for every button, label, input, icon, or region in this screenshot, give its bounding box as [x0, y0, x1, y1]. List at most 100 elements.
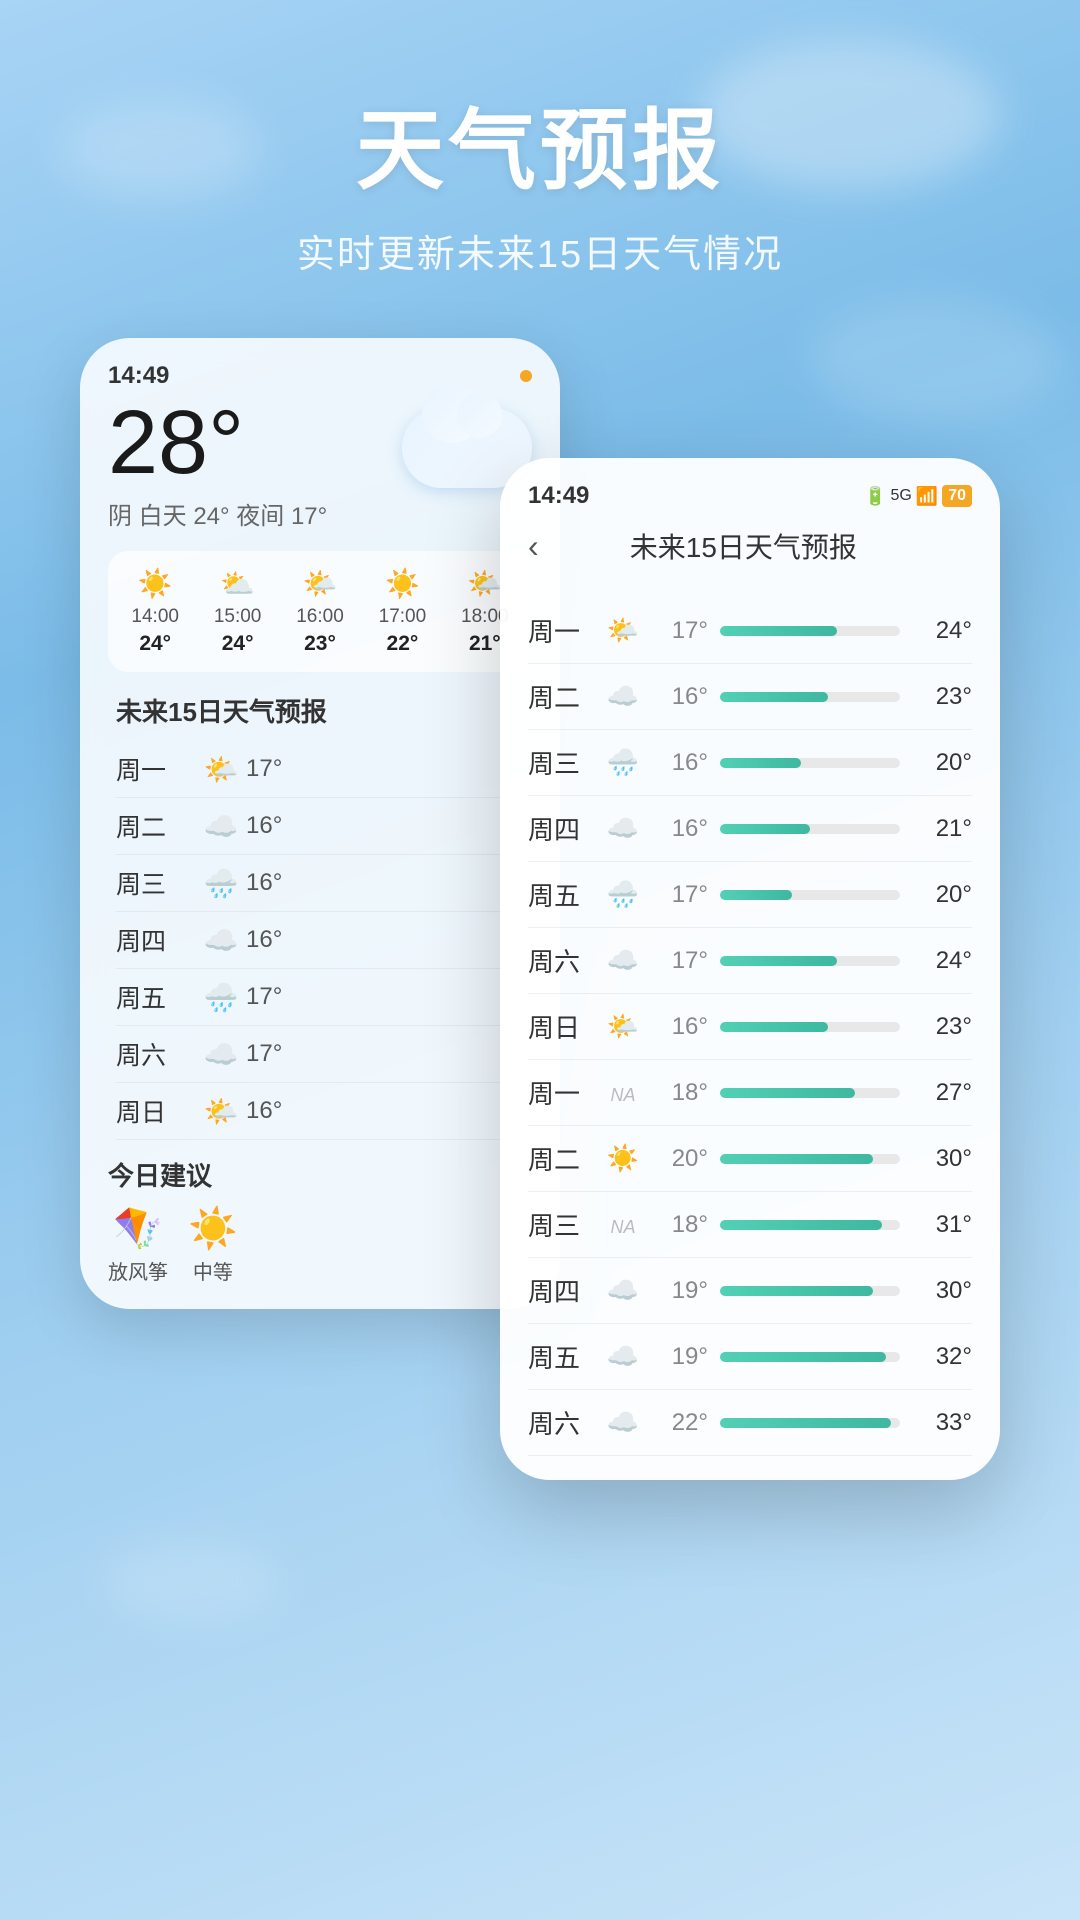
forecast-day-3: 周四 [116, 922, 196, 958]
battery-level: 70 [942, 485, 972, 507]
temp-bar-fill-9 [720, 1220, 882, 1230]
daily-row-2: 周三 🌧️ 16° 20° [528, 730, 972, 796]
hourly-temp-3: 22° [363, 632, 441, 656]
daily-day-6: 周日 [528, 1008, 598, 1045]
phones-container: 14:49 28° 阴 白天 24° 夜间 17° ☀️ 14:00 24° ⛅… [0, 338, 1080, 1480]
daily-icon-2: 🌧️ [598, 747, 648, 778]
hourly-item: ⛅ 15:00 24° [198, 567, 276, 656]
daily-high-12: 33° [912, 1409, 972, 1437]
daily-day-7: 周一 [528, 1074, 598, 1111]
temp-bar-4 [720, 890, 900, 900]
forecast-temp-1: 16° [246, 812, 316, 840]
daily-high-10: 30° [912, 1277, 972, 1305]
daily-row-11: 周五 ☁️ 19° 32° [528, 1324, 972, 1390]
phone-left: 14:49 28° 阴 白天 24° 夜间 17° ☀️ 14:00 24° ⛅… [80, 338, 560, 1309]
suggestion-icon-0: 🪁 [108, 1205, 168, 1252]
forecast-icon-1: ☁️ [196, 810, 246, 843]
hourly-icon-0: ☀️ [116, 567, 194, 600]
daily-high-8: 30° [912, 1145, 972, 1173]
back-button[interactable]: ‹ [528, 528, 539, 565]
daily-icon-11: ☁️ [598, 1341, 648, 1372]
forecast-temp-6: 16° [246, 1097, 316, 1125]
daily-row-12: 周六 ☁️ 22° 33° [528, 1390, 972, 1456]
daily-low-4: 17° [648, 881, 708, 909]
daily-low-0: 17° [648, 617, 708, 645]
temp-bar-fill-10 [720, 1286, 873, 1296]
suggestion-label-0: 放风筝 [108, 1256, 168, 1285]
hourly-item: ☀️ 14:00 24° [116, 567, 194, 656]
hourly-item: ☀️ 17:00 22° [363, 567, 441, 656]
forecast-row-5: 周六 ☁️ 17° [116, 1026, 524, 1083]
daily-row-4: 周五 🌧️ 17° 20° [528, 862, 972, 928]
daily-row-9: 周三 NA 18° 31° [528, 1192, 972, 1258]
forecast-icon-6: 🌤️ [196, 1095, 246, 1128]
temp-bar-0 [720, 626, 900, 636]
temp-bar-10 [720, 1286, 900, 1296]
daily-high-6: 23° [912, 1013, 972, 1041]
temp-bar-fill-2 [720, 758, 801, 768]
forecast-row-6: 周日 🌤️ 16° [116, 1083, 524, 1140]
daily-row-5: 周六 ☁️ 17° 24° [528, 928, 972, 994]
temp-bar-12 [720, 1418, 900, 1428]
forecast-icon-5: ☁️ [196, 1038, 246, 1071]
daily-row-7: 周一 NA 18° 27° [528, 1060, 972, 1126]
current-temperature: 28° [108, 398, 244, 488]
daily-low-1: 16° [648, 683, 708, 711]
daily-low-11: 19° [648, 1343, 708, 1371]
temp-bar-8 [720, 1154, 900, 1164]
forecast-temp-4: 17° [246, 983, 316, 1011]
forecast-row-1: 周二 ☁️ 16° [116, 798, 524, 855]
forecast-day-6: 周日 [116, 1093, 196, 1129]
forecast-temp-2: 16° [246, 869, 316, 897]
daily-high-1: 23° [912, 683, 972, 711]
daily-day-0: 周一 [528, 612, 598, 649]
daily-row-3: 周四 ☁️ 16° 21° [528, 796, 972, 862]
temp-bar-2 [720, 758, 900, 768]
daily-day-12: 周六 [528, 1404, 598, 1441]
hourly-item: 🌤️ 16:00 23° [281, 567, 359, 656]
daily-icon-1: ☁️ [598, 681, 648, 712]
right-status-icons: 🔋 5G 📶 70 [864, 485, 972, 507]
temp-bar-9 [720, 1220, 900, 1230]
suggestion-icon-1: ☀️ [188, 1205, 238, 1252]
hourly-time-3: 17:00 [363, 606, 441, 628]
suggestion-0: 🪁 放风筝 [108, 1205, 168, 1285]
signal-icon: 5G [890, 487, 911, 505]
forecast-day-5: 周六 [116, 1036, 196, 1072]
daily-high-9: 31° [912, 1211, 972, 1239]
daily-high-7: 27° [912, 1079, 972, 1107]
forecast-day-4: 周五 [116, 979, 196, 1015]
suggestion-label-1: 中等 [188, 1256, 238, 1285]
left-forecast-section: 未来15日天气预报 周一 🌤️ 17° 周二 ☁️ 16° 周三 🌧️ 16° … [108, 692, 532, 1140]
daily-high-0: 24° [912, 617, 972, 645]
forecast-header: ‹ 未来15日天气预报 [528, 526, 972, 578]
hourly-time-2: 16:00 [281, 606, 359, 628]
daily-day-2: 周三 [528, 744, 598, 781]
hourly-strip: ☀️ 14:00 24° ⛅ 15:00 24° 🌤️ 16:00 23° ☀️… [108, 551, 532, 672]
daily-icon-0: 🌤️ [598, 615, 648, 646]
forecast-temp-0: 17° [246, 755, 316, 783]
temp-bar-3 [720, 824, 900, 834]
daily-high-2: 20° [912, 749, 972, 777]
forecast-day-2: 周三 [116, 865, 196, 901]
forecast-row-3: 周四 ☁️ 16° [116, 912, 524, 969]
forecast-temp-3: 16° [246, 926, 316, 954]
daily-icon-12: ☁️ [598, 1407, 648, 1438]
forecast-icon-3: ☁️ [196, 924, 246, 957]
daily-high-11: 32° [912, 1343, 972, 1371]
daily-day-4: 周五 [528, 876, 598, 913]
temp-bar-fill-3 [720, 824, 810, 834]
forecast-icon-4: 🌧️ [196, 981, 246, 1014]
forecast-temp-5: 17° [246, 1040, 316, 1068]
hourly-time-0: 14:00 [116, 606, 194, 628]
daily-low-5: 17° [648, 947, 708, 975]
forecast-row-4: 周五 🌧️ 17° [116, 969, 524, 1026]
app-title: 天气预报 [0, 80, 1080, 207]
daily-icon-6: 🌤️ [598, 1011, 648, 1042]
left-status-bar: 14:49 [108, 362, 532, 390]
daily-row-10: 周四 ☁️ 19° 30° [528, 1258, 972, 1324]
temp-bar-fill-7 [720, 1088, 855, 1098]
daily-high-4: 20° [912, 881, 972, 909]
daily-low-6: 16° [648, 1013, 708, 1041]
daily-day-5: 周六 [528, 942, 598, 979]
